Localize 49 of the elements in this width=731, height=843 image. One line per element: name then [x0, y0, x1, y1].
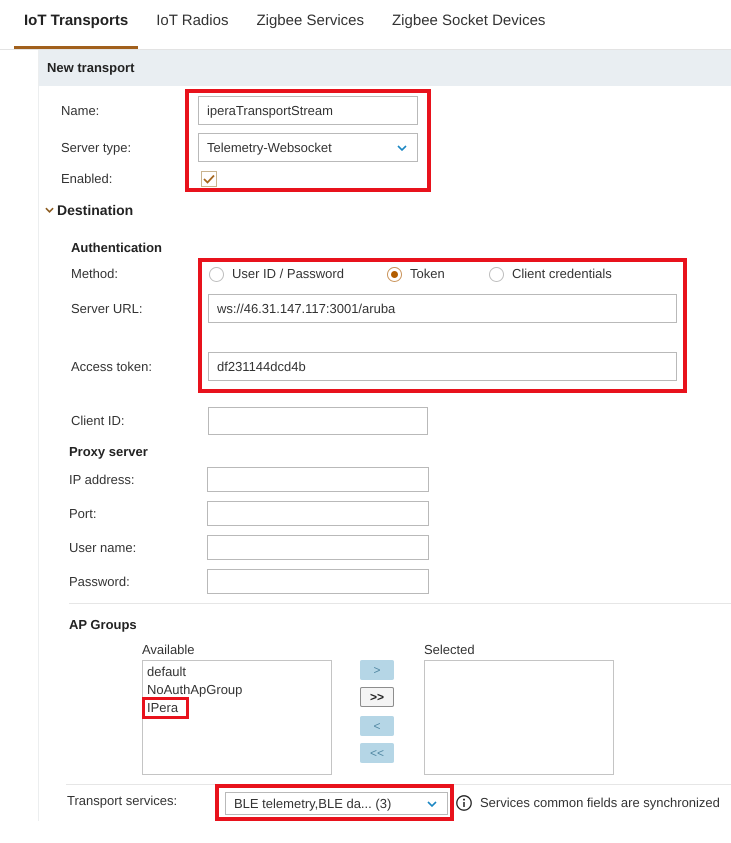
chevron-down-icon — [427, 800, 437, 806]
field-label: Selected — [424, 640, 476, 659]
field-label: User name: — [69, 540, 136, 554]
radio-label[interactable]: Client credentials — [512, 264, 612, 284]
listbox[interactable]: default NoAuthApGroup IPera — [142, 660, 332, 775]
dropdown[interactable]: BLE telemetry,BLE da... (3) — [225, 792, 448, 815]
info-text: Services common fields are synchronized — [480, 794, 720, 812]
field-label: Available — [142, 640, 196, 659]
check-icon — [203, 174, 215, 184]
section-title: Authentication — [71, 240, 162, 255]
text-field[interactable]: df231144dcd4b — [208, 352, 677, 381]
radio-label[interactable]: Token — [410, 264, 445, 284]
dropdown[interactable]: Telemetry-Websocket — [198, 133, 418, 162]
field-label: Server URL: — [71, 300, 143, 318]
move-button[interactable]: >> — [360, 687, 394, 707]
field-label: Password: — [69, 574, 130, 588]
field-label: Name: — [61, 102, 100, 120]
text-field[interactable] — [207, 535, 429, 560]
radio-button[interactable] — [387, 266, 402, 282]
info-icon — [456, 794, 472, 810]
panel-header: New transport — [39, 50, 731, 86]
field-label: Access token: — [71, 358, 152, 376]
chevron-down-icon — [397, 144, 407, 150]
text-field[interactable] — [208, 407, 428, 435]
tab[interactable]: Zigbee Socket Devices — [382, 1, 556, 49]
field-label: Server type: — [61, 138, 132, 157]
radio-button[interactable] — [489, 266, 504, 282]
field-label: Client ID: — [71, 413, 124, 428]
chevron-down-icon[interactable] — [45, 207, 54, 213]
section-title: AP Groups — [69, 617, 137, 632]
field-label: Enabled: — [61, 170, 112, 188]
text-field[interactable] — [207, 569, 429, 594]
section-title: Destination — [57, 200, 134, 220]
section-title: Proxy server — [69, 444, 148, 459]
field-label: Port: — [69, 506, 96, 520]
radio-label[interactable]: User ID / Password — [232, 264, 344, 284]
text-field[interactable]: ws://46.31.147.117:3001/aruba — [208, 294, 677, 323]
listbox[interactable] — [424, 660, 614, 775]
text-field[interactable] — [207, 501, 429, 526]
list-item[interactable]: IPera — [142, 697, 190, 719]
field-label: Method: — [71, 265, 118, 284]
checkbox[interactable] — [201, 171, 217, 187]
text-field[interactable]: iperaTransportStream — [198, 96, 418, 125]
field-label: Transport services: — [67, 793, 178, 808]
text-field[interactable] — [207, 467, 429, 492]
tab[interactable]: Zigbee Services — [246, 1, 374, 49]
tab[interactable]: IoT Radios — [146, 1, 238, 49]
radio-button[interactable] — [209, 266, 224, 282]
field-label: IP address: — [69, 472, 135, 486]
